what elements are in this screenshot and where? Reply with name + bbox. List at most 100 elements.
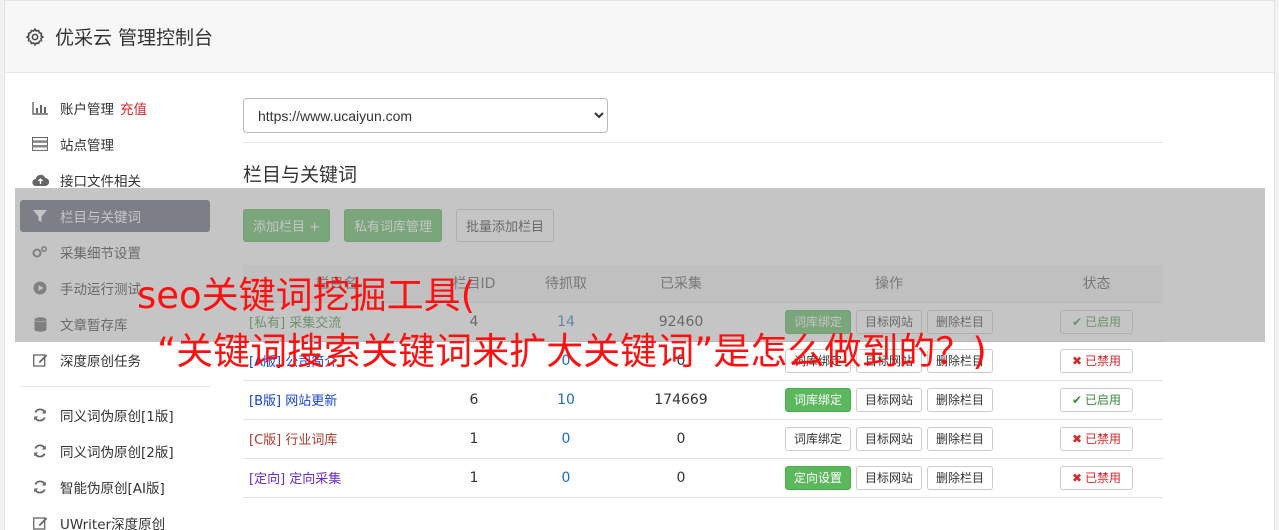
batch-add-button[interactable]: 批量添加栏目	[456, 209, 555, 242]
collected-count-cell: 174669	[654, 391, 708, 408]
sidebar-item-ai-original[interactable]: 智能伪原创[AI版]	[20, 471, 210, 503]
check-icon: ✔	[1071, 392, 1083, 407]
column-name-cell: [C版] 行业词库	[243, 419, 430, 458]
sidebar-item-label: 接口文件相关	[60, 174, 141, 190]
sidebar-item-label: 深度原创任务	[60, 354, 141, 370]
play-circle-icon	[31, 281, 49, 295]
filter-icon	[31, 209, 49, 223]
status-cell: ✔ 已启用	[1030, 380, 1163, 419]
sidebar-item-label: 栏目与关键词	[60, 210, 141, 226]
column-name-link[interactable]: 网站更新	[285, 394, 337, 409]
status-cell: ✔ 已启用	[1030, 302, 1163, 341]
table-row: [C版] 行业词库 1 0 0 词库绑定 目标网站 删除栏目 ✖ 已禁用	[243, 419, 1163, 458]
overlay-title-line2: “关键词搜索关键词来扩大关键词”是怎么做到的？)	[157, 330, 987, 373]
target-site-button[interactable]: 目标网站	[855, 465, 922, 490]
collected-count-cell: 0	[676, 469, 686, 486]
site-select[interactable]: https://www.ucaiyun.com	[243, 98, 608, 133]
refresh-icon	[31, 444, 49, 458]
sidebar-item-label: UWriter深度原创	[60, 517, 166, 530]
status-label: 已禁用	[1085, 354, 1122, 368]
cogs-icon	[31, 245, 49, 259]
sidebar-item-label: 站点管理	[60, 138, 114, 154]
section-title: 栏目与关键词	[243, 164, 358, 186]
column-id-cell: 1	[469, 430, 479, 447]
lib-bind-button[interactable]: 定向设置	[784, 465, 851, 490]
sidebar-item-synonym-v1[interactable]: 同义词伪原创[1版]	[20, 399, 210, 431]
edit-icon	[31, 516, 49, 530]
add-column-button[interactable]: 添加栏目 +	[243, 209, 331, 242]
pending-count-cell[interactable]: 10	[518, 380, 614, 419]
column-name-link[interactable]: 行业词库	[285, 433, 337, 448]
column-header: 操作	[875, 276, 903, 293]
delete-column-button[interactable]: 删除栏目	[927, 426, 994, 451]
sidebar-item-interface[interactable]: 接口文件相关	[20, 164, 210, 196]
close-icon: ✖	[1071, 353, 1083, 368]
column-name-link[interactable]: 采集交流	[289, 316, 341, 331]
actions-cell: 词库绑定 目标网站 删除栏目	[748, 380, 1030, 419]
column-tag: [B版]	[249, 394, 282, 409]
database-icon	[31, 316, 49, 332]
edit-icon	[31, 353, 49, 367]
sidebar-item-sites[interactable]: 站点管理	[20, 128, 210, 160]
pending-count-cell[interactable]: 0	[518, 419, 614, 458]
column-id-cell: 6	[469, 391, 479, 408]
sidebar-item-synonym-v2[interactable]: 同义词伪原创[2版]	[20, 435, 210, 467]
check-icon: ✔	[1071, 314, 1083, 329]
sidebar-item-label: 采集细节设置	[60, 246, 141, 262]
refresh-icon	[31, 480, 49, 494]
sidebar-item-label: 智能伪原创[AI版]	[60, 481, 165, 497]
bar-chart-icon	[31, 101, 49, 115]
pending-count-cell[interactable]: 0	[518, 458, 614, 497]
status-toggle-button[interactable]: ✔ 已启用	[1060, 387, 1133, 412]
sidebar-item-uwriter[interactable]: UWriter深度原创	[20, 507, 210, 530]
sidebar-divider	[20, 386, 210, 387]
target-site-button[interactable]: 目标网站	[855, 387, 922, 412]
panel-header: 优采云 管理控制台	[5, 1, 1274, 73]
status-label: 已禁用	[1085, 432, 1122, 446]
column-tag: [私有]	[249, 316, 286, 331]
status-toggle-button[interactable]: ✖ 已禁用	[1060, 426, 1133, 451]
column-id-cell: 1	[469, 469, 479, 486]
delete-column-button[interactable]: 删除栏目	[927, 465, 994, 490]
lib-bind-button[interactable]: 词库绑定	[784, 426, 851, 451]
private-lib-button[interactable]: 私有词库管理	[344, 209, 443, 242]
delete-column-button[interactable]: 删除栏目	[927, 387, 994, 412]
lib-bind-button[interactable]: 词库绑定	[784, 387, 851, 412]
refresh-icon	[31, 408, 49, 422]
gear-icon	[25, 27, 45, 46]
sidebar-item-label: 同义词伪原创[1版]	[60, 409, 174, 425]
recharge-link[interactable]: 充值	[120, 98, 147, 118]
sidebar-item-label: 同义词伪原创[2版]	[60, 445, 174, 461]
close-icon: ✖	[1071, 431, 1083, 446]
cloud-upload-icon	[31, 173, 49, 187]
status-toggle-button[interactable]: ✖ 已禁用	[1060, 348, 1133, 373]
status-cell: ✖ 已禁用	[1030, 419, 1163, 458]
status-toggle-button[interactable]: ✔ 已启用	[1060, 309, 1133, 334]
table-row: [定向] 定向采集 1 0 0 定向设置 目标网站 删除栏目 ✖ 已禁用	[243, 458, 1163, 497]
sidebar-item-label: 账户管理	[60, 102, 114, 118]
sidebar-item-collect-settings[interactable]: 采集细节设置	[20, 236, 210, 268]
table-row: [B版] 网站更新 6 10 174669 词库绑定 目标网站 删除栏目 ✔ 已启用	[243, 380, 1163, 419]
sidebar-item-label: 文章暂存库	[60, 318, 128, 334]
column-header: 待抓取	[545, 276, 587, 293]
column-header: 已采集	[660, 276, 702, 293]
column-tag: [C版]	[249, 433, 282, 448]
status-cell: ✖ 已禁用	[1030, 458, 1163, 497]
status-toggle-button[interactable]: ✖ 已禁用	[1060, 465, 1133, 490]
column-name-cell: [B版] 网站更新	[243, 380, 430, 419]
target-site-button[interactable]: 目标网站	[855, 426, 922, 451]
column-name-cell: [定向] 定向采集	[243, 458, 430, 497]
close-icon: ✖	[1071, 470, 1083, 485]
actions-cell: 定向设置 目标网站 删除栏目	[748, 458, 1030, 497]
column-tag: [定向]	[249, 472, 286, 487]
collected-count-cell: 0	[676, 430, 686, 447]
actions-cell: 词库绑定 目标网站 删除栏目	[748, 419, 1030, 458]
sidebar-item-columns[interactable]: 栏目与关键词	[20, 200, 210, 232]
column-name-link[interactable]: 定向采集	[289, 472, 341, 487]
status-label: 已禁用	[1085, 471, 1122, 485]
overlay-title-line1: seo关键词挖掘工具(	[137, 274, 476, 317]
page-title: 优采云 管理控制台	[55, 27, 214, 49]
column-header: 状态	[1082, 276, 1111, 293]
sidebar-item-account[interactable]: 账户管理 充值	[20, 92, 210, 124]
status-cell: ✖ 已禁用	[1030, 341, 1163, 380]
